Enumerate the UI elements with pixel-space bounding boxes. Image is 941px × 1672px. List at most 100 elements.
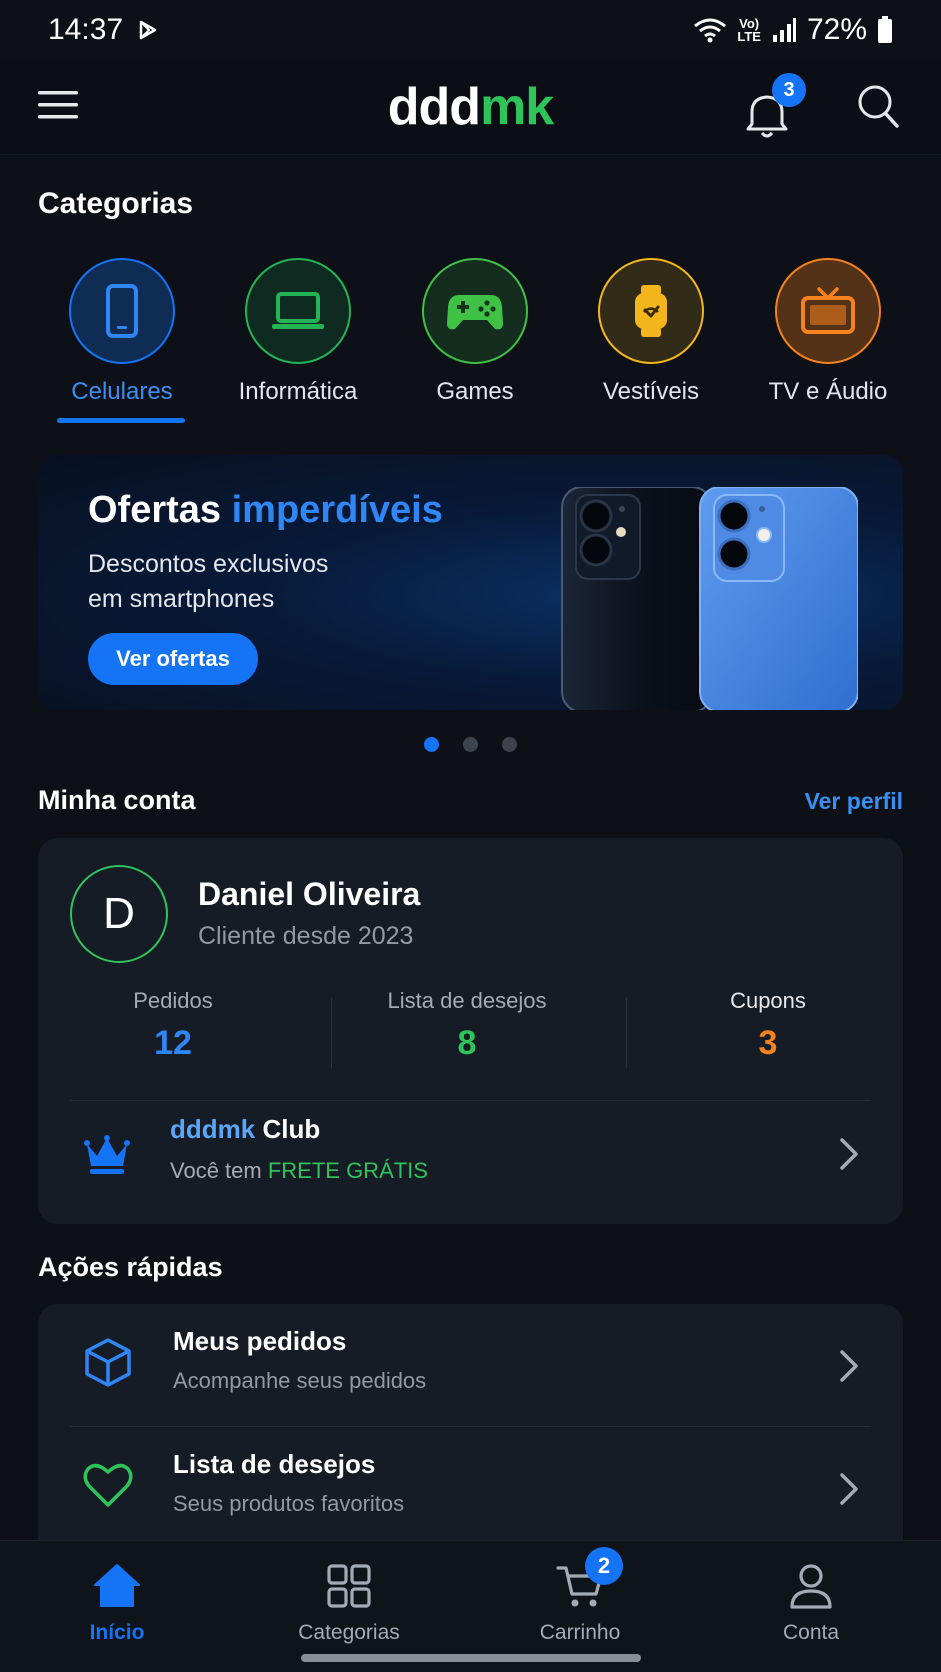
status-time: 14:37 xyxy=(48,13,124,46)
nav-label: Conta xyxy=(782,1621,840,1644)
chevron-right-icon xyxy=(840,1473,858,1505)
cart-icon-wrap: 2 xyxy=(555,1547,623,1611)
club-sub-text: Você tem xyxy=(170,1158,268,1183)
category-icon-circle xyxy=(598,258,704,364)
category-vestiveis[interactable]: Vestíveis xyxy=(576,258,726,428)
stat-divider xyxy=(331,998,332,1068)
club-title: dddmk Club xyxy=(170,1114,320,1145)
laptop-icon xyxy=(272,292,324,329)
club-brand: dddmk xyxy=(170,1114,256,1144)
action-my-orders[interactable]: Meus pedidos Acompanhe seus pedidos xyxy=(38,1304,903,1426)
app-logo[interactable]: dddmk xyxy=(387,77,554,137)
banner-title-part1: Ofertas xyxy=(88,489,232,531)
category-icon-circle xyxy=(69,258,175,364)
category-icon-circle xyxy=(422,258,528,364)
action-subtitle: Acompanhe seus pedidos xyxy=(173,1368,427,1393)
signal-icon xyxy=(772,18,796,42)
carousel-dot[interactable] xyxy=(502,737,517,752)
stat-divider xyxy=(626,998,627,1068)
nav-account[interactable]: Conta xyxy=(711,1561,911,1651)
smartphones-image xyxy=(561,487,858,710)
stat-coupons[interactable]: Cupons 3 xyxy=(643,988,893,1068)
play-store-icon xyxy=(139,20,157,40)
battery-percent: 72% xyxy=(806,13,867,46)
category-informatica[interactable]: Informática xyxy=(223,258,373,428)
category-label: Vestíveis xyxy=(602,378,700,405)
club-subtitle: Você tem FRETE GRÁTIS xyxy=(170,1158,428,1184)
avatar[interactable]: D xyxy=(70,865,168,963)
quick-actions-card: Meus pedidos Acompanhe seus pedidos List… xyxy=(38,1304,903,1564)
stat-value: 8 xyxy=(457,1024,477,1062)
banner-subtitle: Descontos exclusivos em smartphones xyxy=(88,547,328,617)
category-label: Games xyxy=(436,378,514,405)
crown-icon xyxy=(84,1135,130,1174)
heart-icon xyxy=(83,1463,133,1507)
category-icon-circle xyxy=(775,258,881,364)
grid-icon xyxy=(327,1564,371,1608)
nav-label: Categorias xyxy=(298,1621,400,1644)
watch-icon xyxy=(635,285,667,337)
categories-title: Categorias xyxy=(38,187,194,220)
category-active-underline xyxy=(57,418,185,423)
banner-title: Ofertas imperdíveis xyxy=(88,489,443,532)
nav-label: Carrinho xyxy=(539,1621,621,1644)
banner-subtitle-line2: em smartphones xyxy=(88,585,275,613)
view-profile-link[interactable]: Ver perfil xyxy=(805,788,903,815)
action-wishlist[interactable]: Lista de desejos Seus produtos favoritos xyxy=(38,1427,903,1549)
category-label: Informática xyxy=(238,378,358,405)
hamburger-icon xyxy=(38,91,78,119)
stat-label: Lista de desejos xyxy=(387,988,547,1013)
box-icon xyxy=(85,1338,131,1387)
stat-value: 3 xyxy=(758,1024,778,1062)
notifications-button[interactable]: 3 xyxy=(744,73,806,138)
tv-icon xyxy=(801,287,855,334)
lte-label: LTE xyxy=(737,29,761,44)
carousel-dot[interactable] xyxy=(463,737,478,752)
account-stats: Pedidos 12 Lista de desejos 8 Cupons 3 xyxy=(38,988,903,1068)
menu-button[interactable] xyxy=(38,88,80,122)
battery-icon xyxy=(878,16,892,43)
nav-home[interactable]: Início xyxy=(17,1561,217,1651)
home-indicator[interactable] xyxy=(301,1654,641,1662)
view-offers-button[interactable]: Ver ofertas xyxy=(88,633,258,685)
action-title: Meus pedidos xyxy=(173,1326,347,1356)
user-since: Cliente desde 2023 xyxy=(198,922,414,950)
free-shipping-text: FRETE GRÁTIS xyxy=(267,1158,428,1183)
status-bar: 14:37 Vo) LTE 72% xyxy=(0,0,941,60)
bottom-nav: Início Categorias 2 Carrinho Conta xyxy=(0,1540,941,1672)
chevron-right-icon xyxy=(840,1138,858,1170)
category-celulares[interactable]: Celulares xyxy=(47,258,197,428)
action-title: Lista de desejos xyxy=(173,1449,376,1479)
home-icon xyxy=(94,1564,140,1607)
stat-wishlist[interactable]: Lista de desejos 8 xyxy=(342,988,592,1068)
category-games[interactable]: Games xyxy=(400,258,550,428)
user-icon xyxy=(790,1564,832,1609)
gamepad-icon xyxy=(447,295,503,330)
carousel-dot[interactable] xyxy=(424,737,439,752)
app-header: dddmk 3 xyxy=(0,60,941,155)
stat-value: 12 xyxy=(154,1024,192,1062)
user-name: Daniel Oliveira xyxy=(198,876,421,912)
nav-categories[interactable]: Categorias xyxy=(249,1561,449,1651)
category-label: TV e Áudio xyxy=(768,378,888,405)
categories-row: Celulares Informática Games Vestíveis TV… xyxy=(0,258,941,428)
lte-indicator: Vo) LTE xyxy=(737,17,761,43)
logo-text-mk: mk xyxy=(480,78,554,136)
carousel-dots xyxy=(424,737,517,752)
wifi-icon xyxy=(694,18,727,43)
category-label: Celulares xyxy=(71,378,173,405)
promo-banner[interactable]: Ofertas imperdíveis Descontos exclusivos… xyxy=(38,455,903,710)
account-card: D Daniel Oliveira Cliente desde 2023 Ped… xyxy=(38,838,903,1224)
search-button[interactable] xyxy=(856,83,900,129)
stat-orders[interactable]: Pedidos 12 xyxy=(48,988,298,1068)
chevron-right-icon xyxy=(840,1350,858,1382)
cart-badge: 2 xyxy=(585,1547,623,1585)
logo-text-ddd: ddd xyxy=(387,78,481,136)
stat-label: Cupons xyxy=(730,988,806,1013)
category-icon-circle xyxy=(245,258,351,364)
category-tv-audio[interactable]: TV e Áudio xyxy=(753,258,903,428)
club-row[interactable]: dddmk Club Você tem FRETE GRÁTIS xyxy=(38,1100,903,1210)
club-label: Club xyxy=(255,1114,321,1144)
nav-cart[interactable]: 2 Carrinho xyxy=(480,1547,680,1651)
quick-actions-title: Ações rápidas xyxy=(38,1252,223,1282)
